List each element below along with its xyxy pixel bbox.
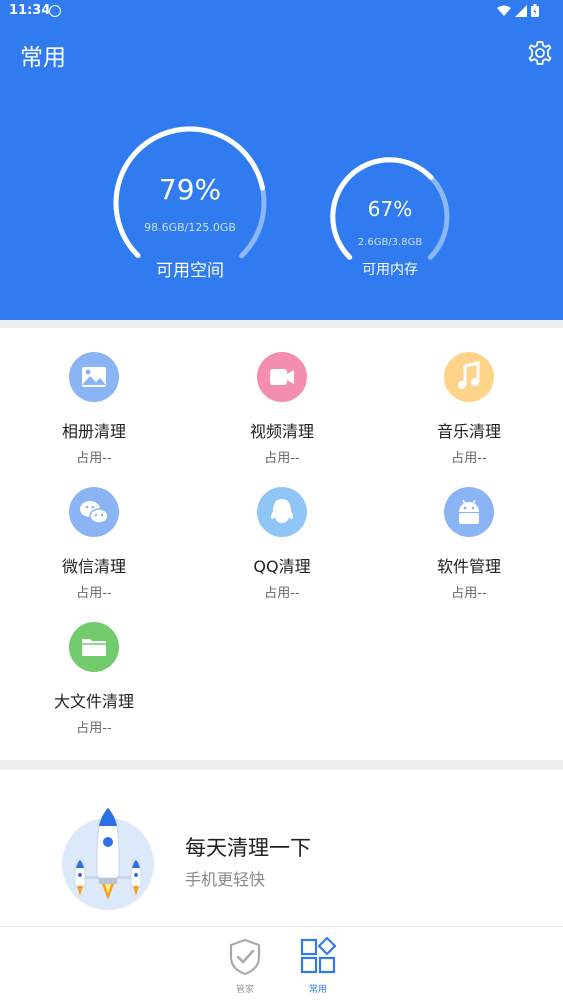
tool-qq-clean[interactable]: QQ清理 占用-- xyxy=(188,463,376,601)
memory-percent: 67% xyxy=(367,197,413,221)
tool-name: QQ清理 xyxy=(253,557,311,576)
photo-icon xyxy=(69,352,119,402)
tool-app-manage[interactable]: 软件管理 占用-- xyxy=(375,463,563,601)
header-panel: 11:34 常用 79% 98.6GB/125.0GB 可用空间 67% 2.6… xyxy=(0,0,563,320)
tab-label: 管家 xyxy=(235,985,254,995)
storage-percent: 79% xyxy=(158,173,222,206)
video-icon xyxy=(257,352,307,402)
tab-butler[interactable]: 管家 xyxy=(215,927,275,1001)
rocket-icon xyxy=(62,807,154,910)
section-divider xyxy=(0,760,563,770)
battery-icon xyxy=(531,4,539,17)
tab-label: 常用 xyxy=(308,985,327,995)
storage-label: 可用空间 xyxy=(156,261,224,281)
tool-usage: 占用-- xyxy=(76,721,112,736)
storage-detail: 98.6GB/125.0GB xyxy=(144,221,236,234)
tools-grid: 相册清理 占用-- 视频清理 占用-- 音乐清理 占用-- 微信清理 占用-- … xyxy=(0,328,563,760)
memory-label: 可用内存 xyxy=(362,262,418,278)
apps-grid-icon xyxy=(300,937,337,974)
tool-name: 视频清理 xyxy=(249,422,314,441)
music-icon xyxy=(444,352,494,402)
tool-video-clean[interactable]: 视频清理 占用-- xyxy=(188,328,376,466)
tool-large-file-clean[interactable]: 大文件清理 占用-- xyxy=(0,598,188,736)
tool-music-clean[interactable]: 音乐清理 占用-- xyxy=(375,328,563,466)
page-title: 常用 xyxy=(20,45,66,71)
tab-common[interactable]: 常用 xyxy=(288,927,348,1001)
qq-icon xyxy=(257,487,307,537)
tool-name: 软件管理 xyxy=(436,557,501,576)
section-divider xyxy=(0,320,563,328)
wechat-icon xyxy=(69,487,119,537)
memory-gauge: 67% 2.6GB/3.8GB 可用内存 xyxy=(328,155,452,279)
daily-clean-banner[interactable]: 每天清理一下 手机更轻快 xyxy=(0,770,563,926)
status-time: 11:34 xyxy=(9,3,51,18)
promo-title: 每天清理一下 xyxy=(185,836,311,860)
promo-subtitle: 手机更轻快 xyxy=(185,870,266,889)
bottom-tab-bar: 管家 常用 xyxy=(0,926,563,1001)
tool-photo-clean[interactable]: 相册清理 占用-- xyxy=(0,328,188,466)
android-icon xyxy=(444,487,494,537)
tool-usage: 占用-- xyxy=(451,586,487,601)
tool-name: 大文件清理 xyxy=(53,692,134,711)
shield-check-icon xyxy=(229,938,261,976)
wifi-icon xyxy=(497,5,511,16)
tool-wechat-clean[interactable]: 微信清理 占用-- xyxy=(0,463,188,601)
folder-icon xyxy=(69,622,119,672)
settings-gear-icon[interactable] xyxy=(527,40,553,66)
status-bar: 11:34 xyxy=(0,0,563,24)
tool-name: 相册清理 xyxy=(61,422,126,441)
tool-name: 微信清理 xyxy=(61,557,126,576)
sync-icon xyxy=(49,5,61,17)
storage-gauge: 79% 98.6GB/125.0GB 可用空间 xyxy=(110,123,270,283)
tool-name: 音乐清理 xyxy=(436,422,501,441)
tool-usage: 占用-- xyxy=(264,586,300,601)
signal-icon xyxy=(515,4,527,17)
memory-detail: 2.6GB/3.8GB xyxy=(357,237,423,248)
